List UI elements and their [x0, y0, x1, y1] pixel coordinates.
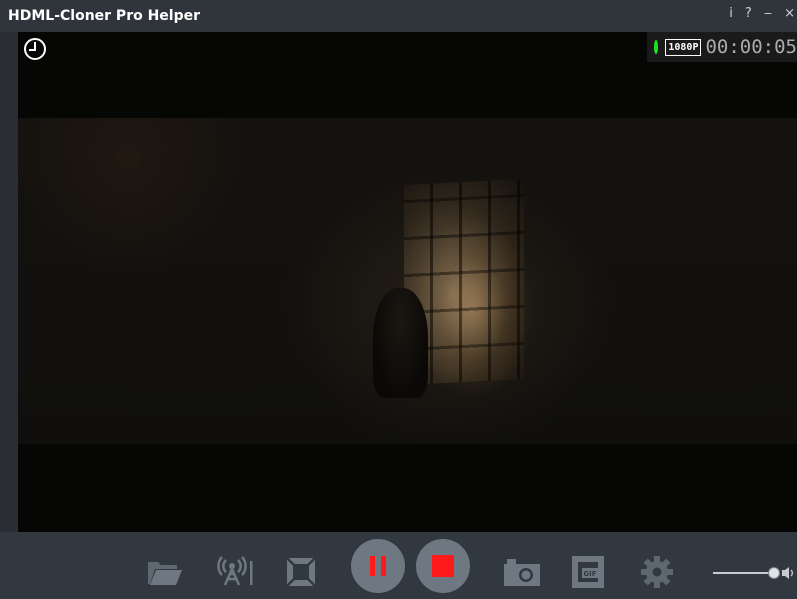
resolution-badge: 1080P: [665, 38, 702, 56]
pause-icon: [370, 556, 375, 576]
figure-silhouette: [373, 288, 428, 398]
video-preview: [18, 32, 797, 532]
stop-icon: [432, 555, 454, 577]
volume-icon[interactable]: [781, 565, 797, 581]
window-controls: i ? ‒ ×: [729, 4, 797, 24]
schedule-clock-icon[interactable]: [24, 38, 46, 60]
volume-slider-handle[interactable]: [768, 567, 780, 579]
gif-icon[interactable]: GIF: [571, 555, 605, 589]
control-toolbar: GIF: [0, 532, 797, 599]
pause-button[interactable]: [351, 539, 405, 593]
video-frame: [18, 118, 797, 444]
volume-slider[interactable]: [713, 572, 771, 574]
close-button[interactable]: ×: [784, 4, 795, 24]
title-bar: HDML-Cloner Pro Helper i ? ‒ ×: [0, 0, 797, 32]
help-button[interactable]: ?: [745, 4, 752, 24]
folder-icon[interactable]: [146, 558, 184, 586]
settings-gear-icon[interactable]: [640, 555, 674, 589]
info-button[interactable]: i: [729, 4, 733, 24]
minimize-button[interactable]: ‒: [764, 4, 772, 24]
recording-status: 1080P 00:00:05: [647, 32, 797, 62]
broadcast-icon[interactable]: [216, 555, 256, 587]
camera-icon[interactable]: [502, 556, 542, 588]
gif-label: GIF: [583, 570, 596, 578]
fullscreen-icon[interactable]: [285, 556, 317, 588]
app-title: HDML-Cloner Pro Helper: [8, 8, 201, 24]
stop-button[interactable]: [416, 539, 470, 593]
pause-icon-bar: [381, 556, 386, 576]
recording-indicator-icon: [654, 40, 659, 54]
recording-timer: 00:00:05: [705, 36, 797, 58]
